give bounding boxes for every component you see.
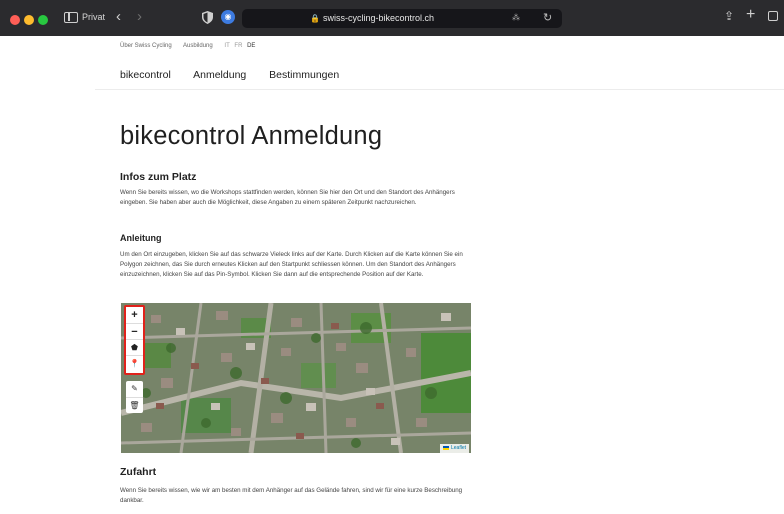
new-tab-icon[interactable]: + [746,6,755,24]
polygon-icon[interactable]: ⬟ [126,339,143,355]
translate-icon[interactable]: ⁂ [512,13,520,22]
share-icon[interactable]: ⇪ [724,9,734,23]
main-navigation: bikecontrol Anmeldung Bestimmungen [120,69,359,81]
lock-icon: 🔒 [309,14,320,23]
language-switcher: IT FR DE [224,43,265,49]
browser-window: Privat ‹ › ◉ 🔒 swiss-cycling-bikecontrol.… [0,0,784,514]
map-control-panel: + − ⬟ 📍 [124,305,145,375]
tab-overview-icon[interactable] [768,11,778,21]
sidebar-toggle-icon[interactable] [64,12,78,23]
private-mode-label: Privat [82,12,106,22]
section-text-anleitung: Um den Ort einzugeben, klicken Sie auf d… [120,251,463,279]
forward-button[interactable]: › [137,8,142,25]
extension-icon[interactable]: ◉ [221,10,235,24]
ukraine-flag-icon [443,445,449,450]
address-bar[interactable]: 🔒 swiss-cycling-bikecontrol.ch ⁂ ↻ [242,9,562,28]
map-view[interactable] [121,303,471,453]
reload-icon[interactable]: ↻ [543,11,552,24]
link-ausbildung[interactable]: Ausbildung [183,43,213,49]
lang-it[interactable]: IT [224,43,229,49]
pin-icon[interactable]: 📍 [126,355,143,371]
zoom-out-button[interactable]: − [126,323,143,339]
section-text-zufahrt: Wenn Sie bereits wissen, wie wir am best… [120,487,463,505]
back-button[interactable]: ‹ [116,8,121,25]
nav-bikecontrol[interactable]: bikecontrol [120,69,171,81]
link-ueber-swiss-cycling[interactable]: Über Swiss Cycling [120,43,172,49]
zoom-in-button[interactable]: + [126,307,143,323]
close-window-button[interactable] [10,15,20,25]
map-attribution[interactable]: Leaflet [440,444,470,453]
section-heading-zufahrt: Zufahrt [120,466,157,478]
header-divider [95,89,784,90]
trash-icon[interactable]: 🗑 [126,397,143,413]
edit-icon[interactable]: ✎ [126,381,143,397]
section-heading-infos: Infos zum Platz [120,171,197,183]
browser-toolbar: Privat ‹ › ◉ 🔒 swiss-cycling-bikecontrol.… [0,0,784,36]
minimize-window-button[interactable] [24,15,34,25]
map-edit-controls: ✎ 🗑 [126,381,143,413]
privacy-shield-icon[interactable] [202,11,213,24]
nav-bestimmungen[interactable]: Bestimmungen [269,69,339,81]
satellite-imagery [121,303,471,453]
fullscreen-window-button[interactable] [38,15,48,25]
page-title: bikecontrol Anmeldung [120,122,383,150]
url-text: swiss-cycling-bikecontrol.ch [322,13,434,23]
lang-fr[interactable]: FR [234,43,242,49]
nav-anmeldung[interactable]: Anmeldung [193,69,246,81]
section-text-infos: Wenn Sie bereits wissen, wo die Workshop… [120,189,455,207]
section-heading-anleitung: Anleitung [120,233,162,243]
lang-de[interactable]: DE [247,43,255,49]
utility-nav: Über Swiss Cycling Ausbildung IT FR DE [120,43,275,49]
